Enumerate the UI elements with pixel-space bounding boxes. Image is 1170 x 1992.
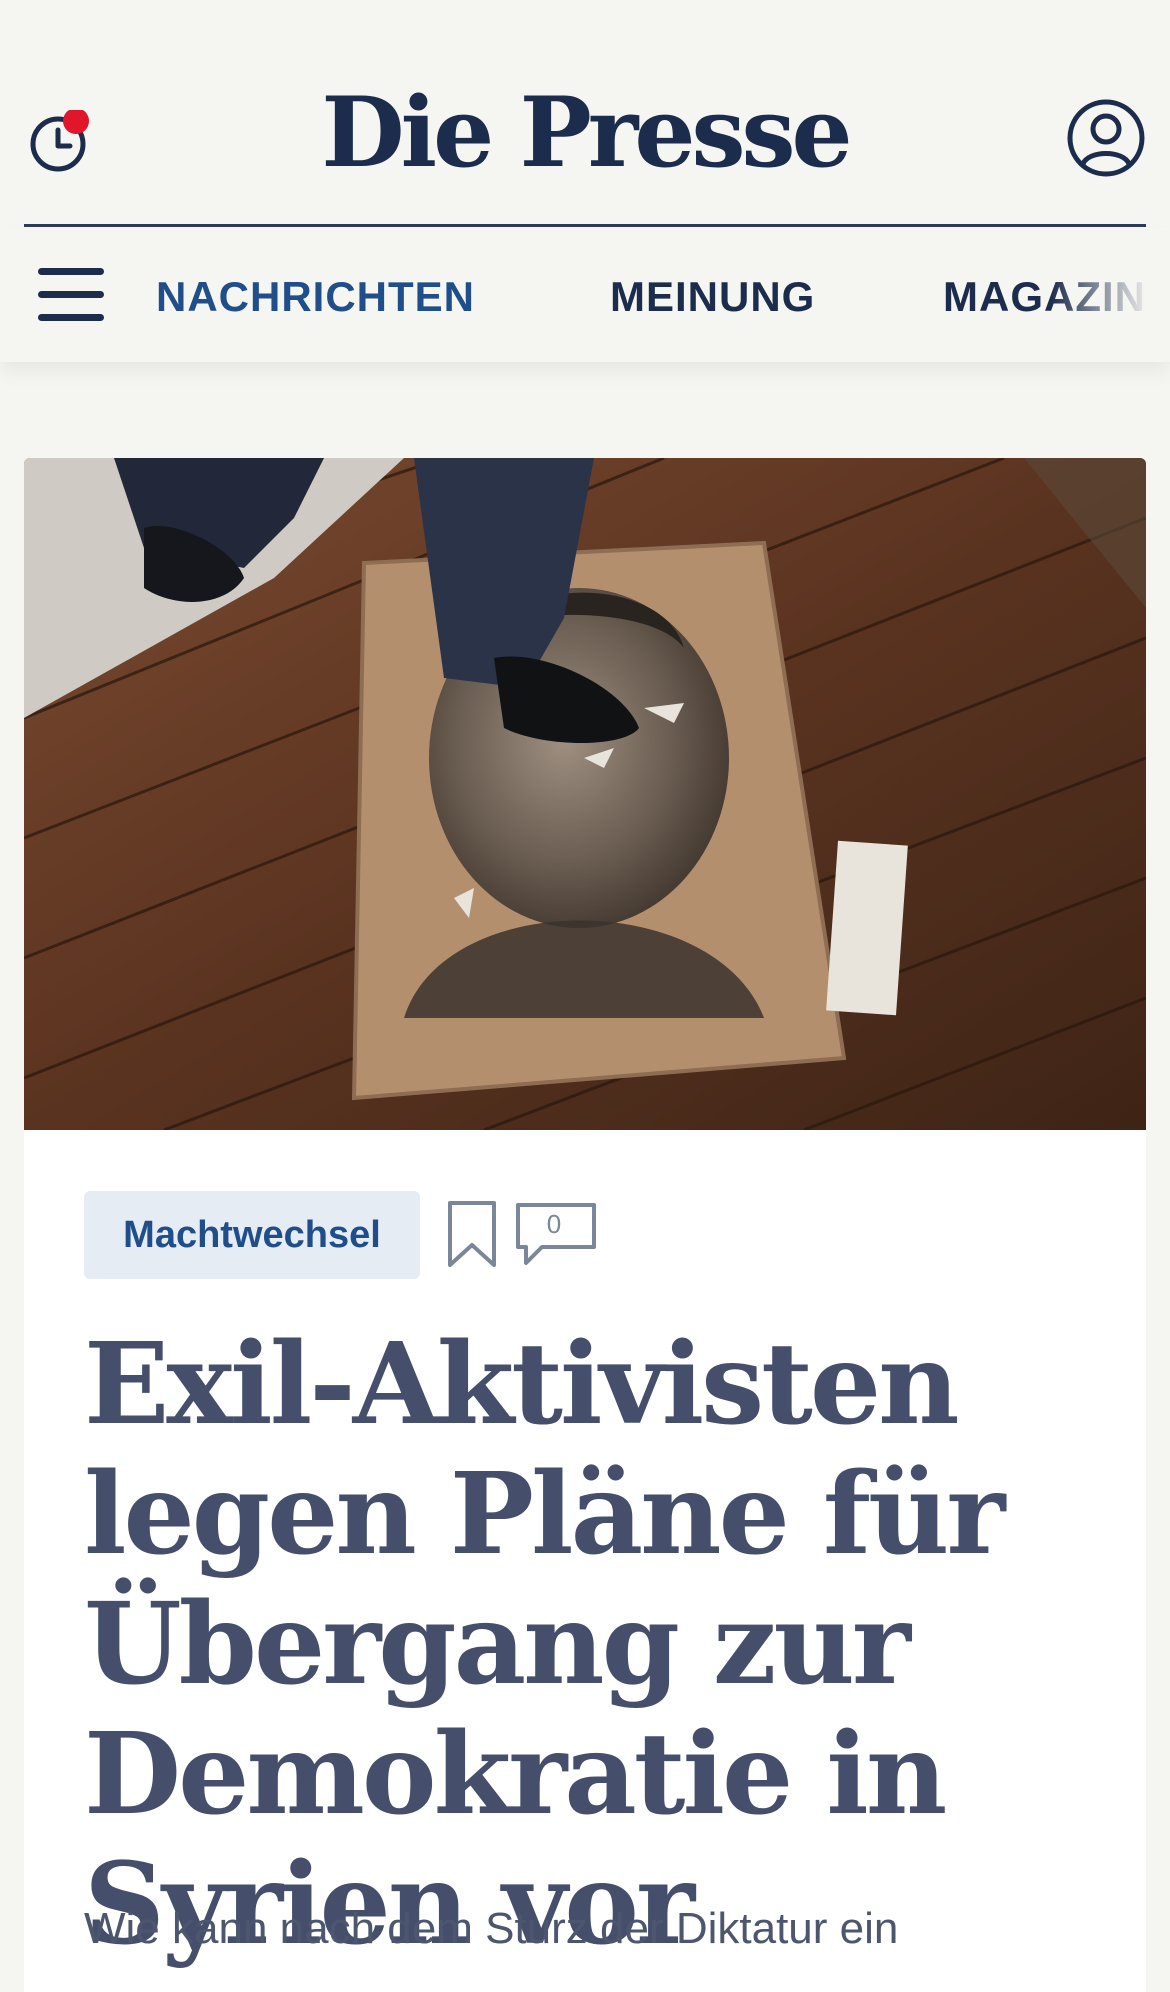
comments-button[interactable]: 0 [514,1201,600,1267]
user-account-icon [1067,99,1145,177]
comment-count: 0 [546,1209,562,1239]
user-account-button[interactable] [1066,98,1146,178]
nav-scroll-fade [1050,228,1170,362]
article-photo[interactable] [24,458,1146,1130]
nav-item-meinung[interactable]: MEINUNG [610,272,815,322]
article-headline[interactable]: Exil-Aktivisten legen Pläne für Übergang… [84,1320,1084,1970]
site-logo[interactable]: Die Presse [0,78,1170,188]
section-nav: NACHRICHTEN MEINUNG MAGAZIN [0,228,1170,362]
hamburger-menu-icon[interactable] [38,268,104,322]
header-divider [24,224,1146,227]
article-card[interactable]: Machtwechsel 0 Exil-Aktivisten legen Plä… [24,458,1146,1992]
topic-tag[interactable]: Machtwechsel [84,1191,420,1279]
site-header: Die Presse [0,0,1170,228]
page: Die Presse NACHRICHTEN MEINUNG MAGAZIN M… [0,0,1170,1992]
article-teaser: Wie kann nach dem Sturz der Diktatur ein [84,1904,899,1953]
nav-item-nachrichten[interactable]: NACHRICHTEN [156,272,475,322]
bookmark-icon [448,1201,496,1267]
bookmark-button[interactable] [444,1199,500,1269]
